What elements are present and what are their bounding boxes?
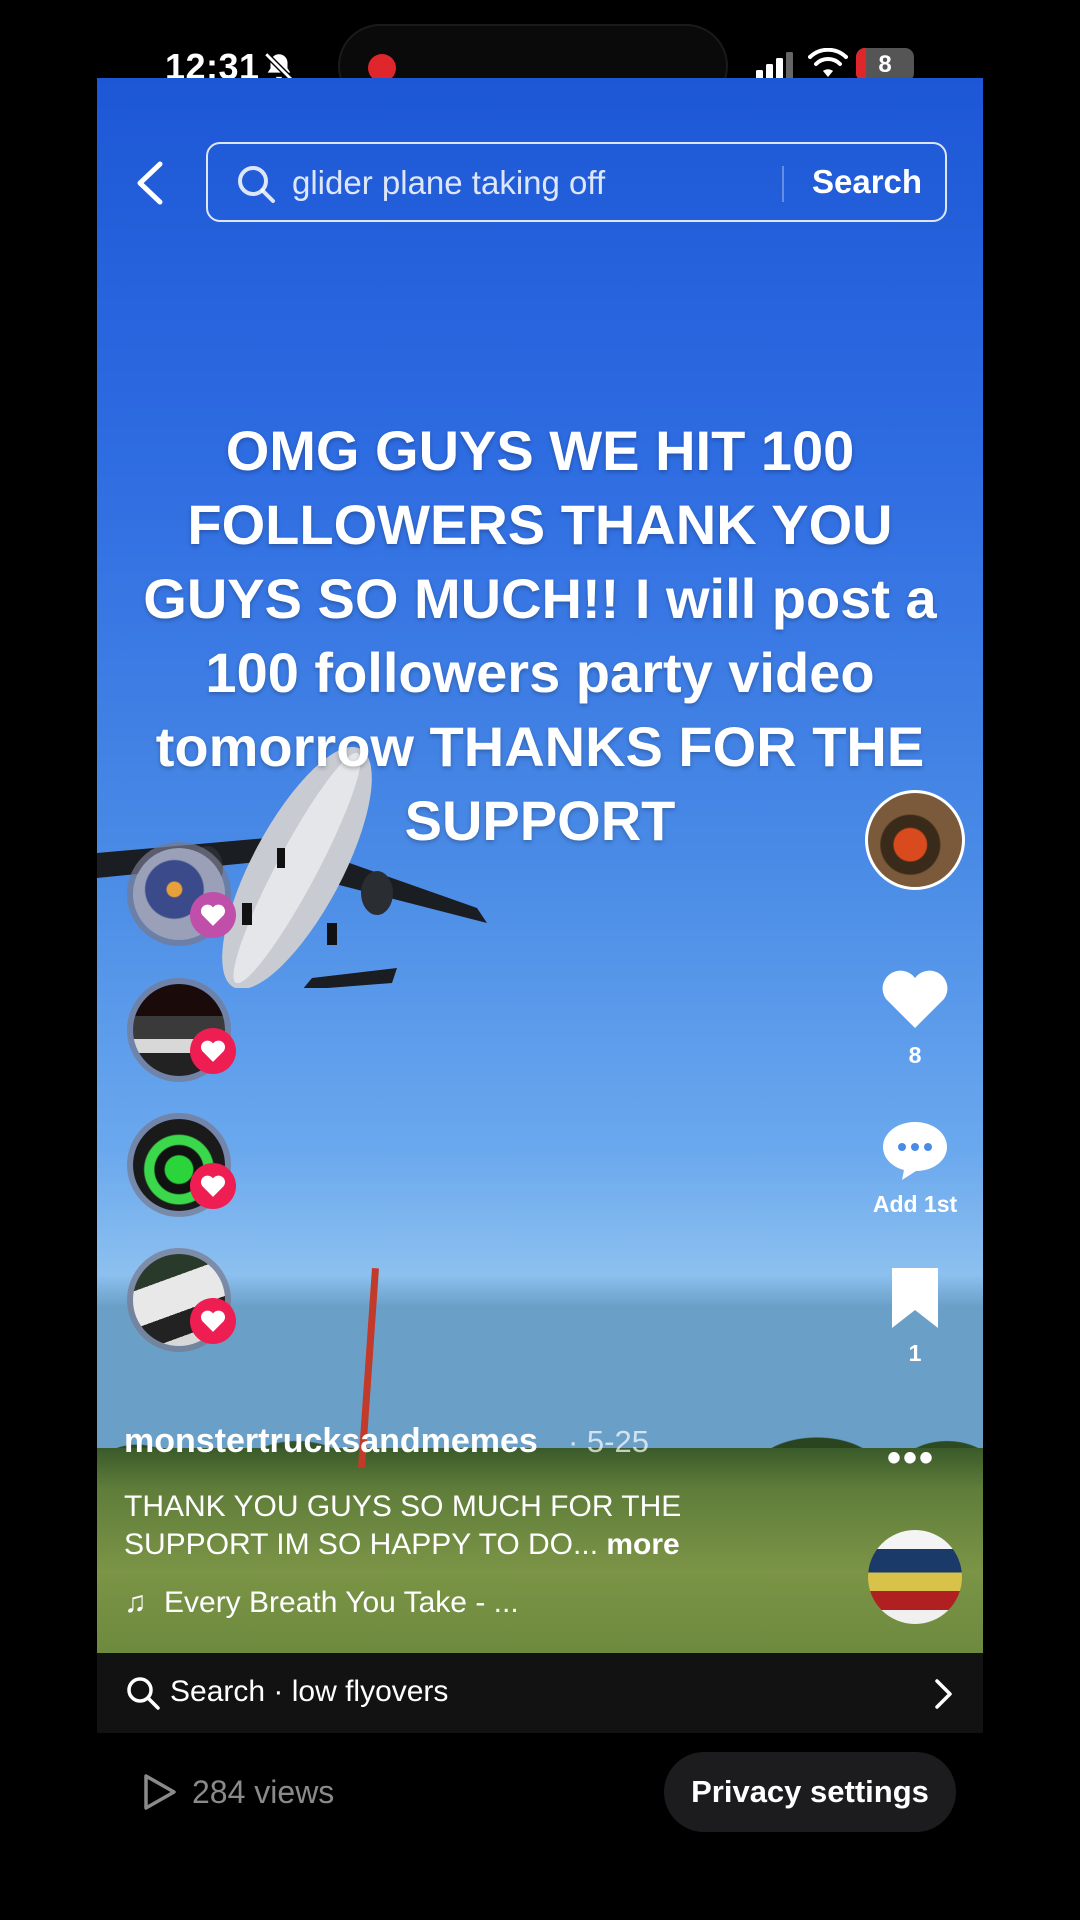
video-player[interactable]: OMG GUYS WE HIT 100 FOLLOWERS THANK YOU … — [97, 78, 983, 1653]
battery-icon: 8 — [856, 48, 914, 82]
music-title: Every Breath You Take - ... — [164, 1586, 519, 1619]
back-arrow-icon[interactable] — [130, 158, 170, 208]
music-disc[interactable] — [868, 1530, 962, 1624]
search-icon — [127, 1677, 160, 1710]
comment-count: Add 1st — [872, 1191, 958, 1217]
search-button[interactable]: Search — [812, 163, 922, 201]
save-count: 1 — [908, 1340, 922, 1366]
music-note-icon: ♫ — [124, 1586, 147, 1619]
heart-icon — [190, 892, 236, 938]
privacy-settings-button[interactable]: Privacy settings — [664, 1752, 956, 1832]
post-username[interactable]: monstertrucksandmemes — [124, 1422, 538, 1461]
play-icon — [144, 1774, 176, 1810]
search-query[interactable]: glider plane taking off — [292, 164, 605, 202]
post-description: THANK YOU GUYS SO MUCH FOR THE SUPPORT I… — [124, 1488, 824, 1564]
view-count-text: 284 views — [192, 1774, 335, 1810]
wifi-icon — [808, 48, 848, 77]
post-date: · 5-25 — [568, 1424, 649, 1459]
music-label[interactable]: ♫ Every Breath You Take - ... — [124, 1586, 519, 1620]
related-search-bar[interactable]: Search · low flyovers — [97, 1653, 983, 1733]
heart-icon — [190, 1163, 236, 1209]
search-icon — [238, 166, 275, 203]
search-divider — [782, 166, 784, 202]
heart-icon — [190, 1028, 236, 1074]
related-search-label: Search · low flyovers — [170, 1675, 449, 1708]
creator-avatar[interactable] — [865, 790, 965, 890]
battery-level: 8 — [878, 51, 892, 78]
search-bar[interactable]: glider plane taking off Search — [206, 142, 947, 222]
video-caption-overlay: OMG GUYS WE HIT 100 FOLLOWERS THANK YOU … — [143, 419, 937, 852]
more-options-icon[interactable]: ••• — [887, 1436, 935, 1481]
like-count: 8 — [908, 1042, 922, 1068]
more-link[interactable]: more — [598, 1528, 679, 1561]
chevron-right-icon — [935, 1679, 952, 1709]
comment-icon[interactable] — [880, 1118, 950, 1182]
bookmark-icon[interactable] — [880, 1266, 950, 1330]
like-heart-icon[interactable] — [880, 968, 950, 1032]
heart-icon — [190, 1298, 236, 1344]
